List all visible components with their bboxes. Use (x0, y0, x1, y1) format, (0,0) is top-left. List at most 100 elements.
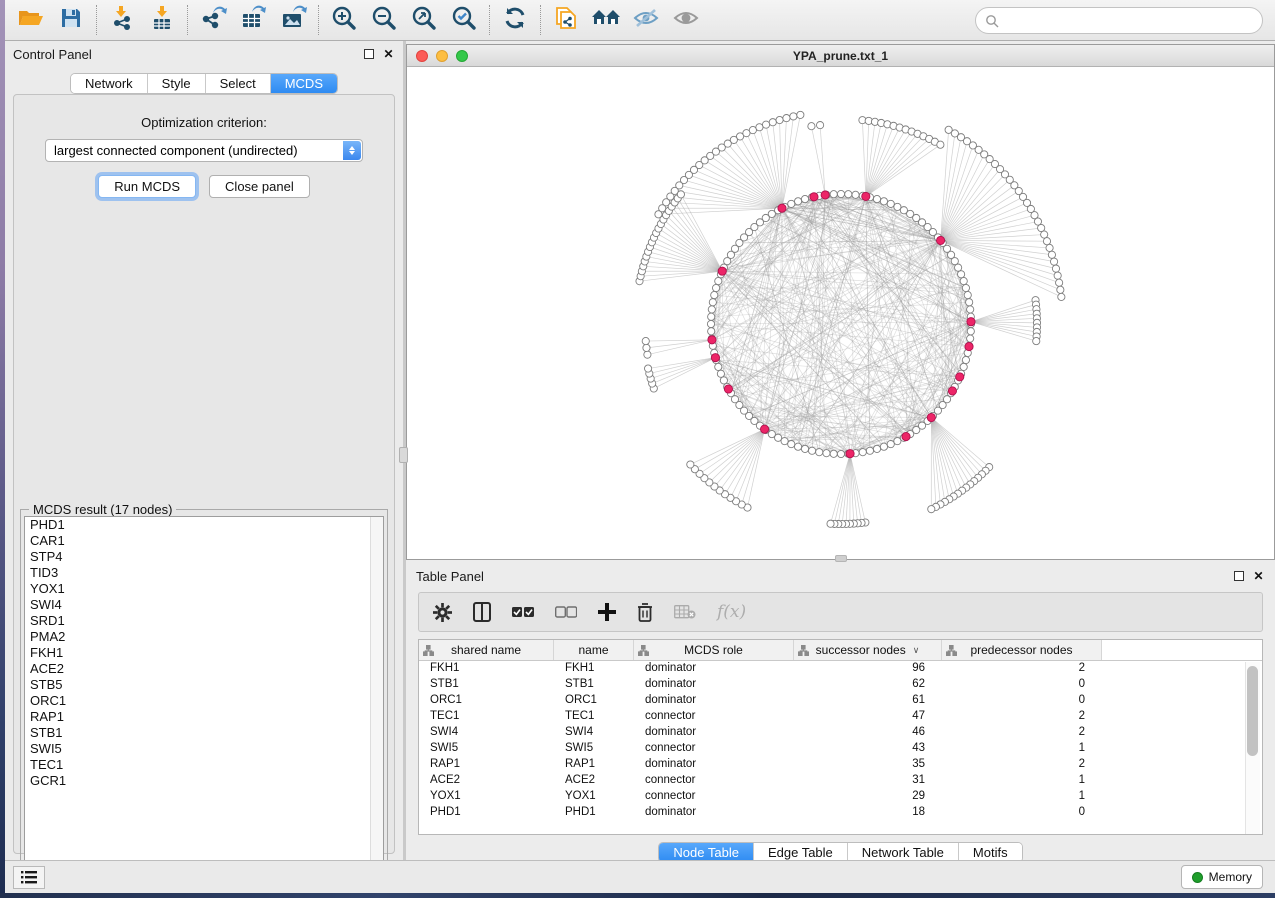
cell-predecessor-nodes[interactable]: 1 (942, 773, 1102, 789)
open-button[interactable] (11, 3, 51, 37)
hide-selected-button[interactable] (626, 3, 666, 37)
mcds-result-item[interactable]: SWI4 (25, 597, 383, 613)
export-network-button[interactable] (193, 3, 233, 37)
table-row[interactable]: ACE2ACE2connector311 (419, 773, 1262, 789)
cell-successor-nodes[interactable]: 46 (794, 725, 942, 741)
cell-predecessor-nodes[interactable]: 2 (942, 725, 1102, 741)
cell-shared-name[interactable]: STB1 (419, 677, 554, 693)
task-history-button[interactable] (13, 866, 45, 889)
cell-shared-name[interactable]: TEC1 (419, 709, 554, 725)
cell-name[interactable]: RAP1 (554, 757, 634, 773)
run-mcds-button[interactable]: Run MCDS (98, 175, 196, 198)
cell-MCDS-role[interactable]: dominator (634, 661, 794, 677)
cell-successor-nodes[interactable]: 18 (794, 805, 942, 821)
mcds-result-item[interactable]: STP4 (25, 549, 383, 565)
cell-successor-nodes[interactable]: 29 (794, 789, 942, 805)
table-scrollbar-thumb[interactable] (1247, 666, 1258, 756)
close-table-panel-icon[interactable]: ✕ (1252, 570, 1265, 583)
cell-name[interactable]: TEC1 (554, 709, 634, 725)
cell-shared-name[interactable]: YOX1 (419, 789, 554, 805)
cell-successor-nodes[interactable]: 47 (794, 709, 942, 725)
mcds-result-item[interactable]: SWI5 (25, 741, 383, 757)
import-network-button[interactable] (102, 3, 142, 37)
cell-successor-nodes[interactable]: 61 (794, 693, 942, 709)
table-row[interactable]: RAP1RAP1dominator352 (419, 757, 1262, 773)
memory-button[interactable]: Memory (1181, 865, 1263, 889)
zoom-fit-button[interactable] (404, 3, 444, 37)
close-panel-icon[interactable]: ✕ (382, 48, 395, 61)
cell-name[interactable]: PHD1 (554, 805, 634, 821)
table-row[interactable]: FKH1FKH1dominator962 (419, 661, 1262, 677)
first-neighbors-button[interactable] (586, 3, 626, 37)
window-zoom-icon[interactable] (456, 50, 468, 62)
close-panel-button[interactable]: Close panel (209, 175, 310, 198)
column-header-name[interactable]: name (554, 640, 634, 660)
zoom-out-button[interactable] (364, 3, 404, 37)
table-row[interactable]: SWI4SWI4dominator462 (419, 725, 1262, 741)
table-row[interactable]: ORC1ORC1dominator610 (419, 693, 1262, 709)
cell-predecessor-nodes[interactable]: 0 (942, 693, 1102, 709)
mcds-result-item[interactable]: SRD1 (25, 613, 383, 629)
mcds-result-item[interactable]: ACE2 (25, 661, 383, 677)
mcds-result-item[interactable]: CAR1 (25, 533, 383, 549)
cell-name[interactable]: STB1 (554, 677, 634, 693)
mcds-result-item[interactable]: TEC1 (25, 757, 383, 773)
tab-select[interactable]: Select (206, 74, 271, 93)
cell-predecessor-nodes[interactable]: 0 (942, 805, 1102, 821)
show-columns-button[interactable] (473, 602, 491, 622)
refresh-button[interactable] (495, 3, 535, 37)
show-all-button[interactable] (666, 3, 706, 37)
table-row[interactable]: SWI5SWI5connector431 (419, 741, 1262, 757)
tab-style[interactable]: Style (148, 74, 206, 93)
cell-shared-name[interactable]: FKH1 (419, 661, 554, 677)
add-column-button[interactable] (598, 603, 616, 621)
cell-MCDS-role[interactable]: connector (634, 789, 794, 805)
export-table-button[interactable] (233, 3, 273, 37)
cell-MCDS-role[interactable]: dominator (634, 693, 794, 709)
cell-shared-name[interactable]: SWI4 (419, 725, 554, 741)
table-row[interactable]: TEC1TEC1connector472 (419, 709, 1262, 725)
float-table-panel-icon[interactable] (1232, 570, 1245, 583)
tab-network[interactable]: Network (71, 74, 148, 93)
cell-shared-name[interactable]: SWI5 (419, 741, 554, 757)
mcds-result-item[interactable]: RAP1 (25, 709, 383, 725)
cell-shared-name[interactable]: RAP1 (419, 757, 554, 773)
mcds-result-item[interactable]: YOX1 (25, 581, 383, 597)
cell-MCDS-role[interactable]: connector (634, 741, 794, 757)
zoom-selected-button[interactable] (444, 3, 484, 37)
clone-network-button[interactable] (546, 3, 586, 37)
mcds-result-item[interactable]: STB5 (25, 677, 383, 693)
network-graph[interactable] (407, 67, 1274, 559)
cell-name[interactable]: ACE2 (554, 773, 634, 789)
criterion-dropdown[interactable]: largest connected component (undirected) (45, 139, 363, 162)
table-row[interactable]: STB1STB1dominator620 (419, 677, 1262, 693)
column-header-MCDS-role[interactable]: MCDS role (634, 640, 794, 660)
mcds-result-item[interactable]: ORC1 (25, 693, 383, 709)
mcds-result-item[interactable]: STB1 (25, 725, 383, 741)
network-window-titlebar[interactable]: YPA_prune.txt_1 (407, 45, 1274, 67)
cell-successor-nodes[interactable]: 43 (794, 741, 942, 757)
column-header-successor-nodes[interactable]: successor nodes∨ (794, 640, 942, 660)
cell-shared-name[interactable]: ORC1 (419, 693, 554, 709)
network-canvas[interactable] (407, 67, 1274, 559)
column-header-predecessor-nodes[interactable]: predecessor nodes (942, 640, 1102, 660)
cell-predecessor-nodes[interactable]: 0 (942, 677, 1102, 693)
cell-predecessor-nodes[interactable]: 1 (942, 741, 1102, 757)
cell-shared-name[interactable]: PHD1 (419, 805, 554, 821)
select-all-button[interactable] (512, 606, 534, 618)
cell-name[interactable]: SWI4 (554, 725, 634, 741)
cell-MCDS-role[interactable]: connector (634, 709, 794, 725)
cell-MCDS-role[interactable]: dominator (634, 725, 794, 741)
search-box[interactable] (975, 7, 1263, 34)
mcds-result-item[interactable]: GCR1 (25, 773, 383, 789)
import-table-button[interactable] (142, 3, 182, 37)
table-row[interactable]: PHD1PHD1dominator180 (419, 805, 1262, 821)
table-row[interactable]: YOX1YOX1connector291 (419, 789, 1262, 805)
cell-name[interactable]: ORC1 (554, 693, 634, 709)
tab-mcds[interactable]: MCDS (271, 74, 337, 93)
cell-successor-nodes[interactable]: 62 (794, 677, 942, 693)
search-input[interactable] (1004, 11, 1262, 31)
cell-MCDS-role[interactable]: dominator (634, 757, 794, 773)
cell-MCDS-role[interactable]: dominator (634, 677, 794, 693)
mcds-list-scrollbar-track[interactable] (370, 517, 383, 874)
